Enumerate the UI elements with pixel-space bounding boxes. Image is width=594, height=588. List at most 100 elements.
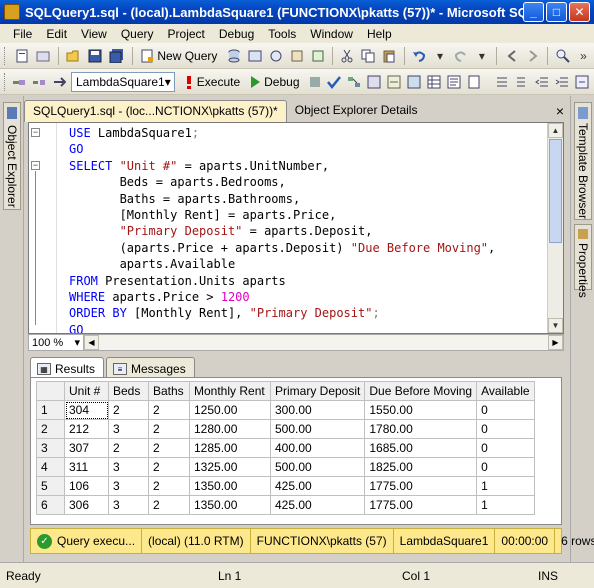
menu-edit[interactable]: Edit <box>39 27 74 41</box>
tab-object-explorer-details[interactable]: Object Explorer Details <box>287 100 426 122</box>
table-cell[interactable]: 2 <box>108 438 149 458</box>
table-cell[interactable]: 1685.00 <box>364 438 478 458</box>
disconnect-icon[interactable] <box>32 74 46 90</box>
tab-messages[interactable]: ≡ Messages <box>106 357 195 378</box>
specify-template-values-icon[interactable] <box>575 74 589 90</box>
table-cell[interactable]: 3 <box>108 495 149 515</box>
dmx-query-icon[interactable] <box>268 48 283 64</box>
properties-tab[interactable]: Properties <box>574 224 592 298</box>
zoom-select[interactable]: 100 % ▾ <box>29 335 84 350</box>
code-line[interactable]: GO <box>69 141 495 157</box>
database-query-icon[interactable] <box>226 48 241 64</box>
table-cell[interactable]: 212 <box>64 419 109 439</box>
undo-dropdown-icon[interactable]: ▾ <box>433 48 448 64</box>
decrease-indent-icon[interactable] <box>534 74 549 90</box>
table-row[interactable]: 6 306 3 2 1350.00 425.00 1775.00 1 <box>36 495 536 515</box>
redo-dropdown-icon[interactable]: ▾ <box>474 48 489 64</box>
toolbar-grip[interactable] <box>4 46 8 65</box>
table-cell[interactable]: 1350.00 <box>189 476 271 496</box>
close-document-icon[interactable]: × <box>556 103 570 122</box>
table-row[interactable]: 2 212 3 2 1280.00 500.00 1780.00 0 <box>36 419 536 439</box>
results-to-text-icon[interactable] <box>447 74 461 90</box>
code-line[interactable]: (aparts.Price + aparts.Deposit) "Due Bef… <box>69 240 496 256</box>
column-header[interactable]: Available <box>476 381 536 401</box>
table-cell[interactable]: 500.00 <box>269 457 366 477</box>
table-cell[interactable]: 1350.00 <box>189 495 271 515</box>
code-line[interactable]: GO <box>69 322 495 333</box>
copy-icon[interactable] <box>361 48 376 64</box>
query-editor[interactable]: − − USE LambdaSquare1; GO SELECT "Unit #" … <box>28 122 564 334</box>
code-line[interactable]: WHERE aparts.Price > 1200 <box>69 289 495 305</box>
row-number[interactable]: 4 <box>36 457 65 477</box>
execute-icon[interactable] <box>184 74 194 90</box>
add-item-icon[interactable] <box>36 48 51 64</box>
query-options-icon[interactable] <box>367 74 381 90</box>
mdx-query-icon[interactable] <box>310 48 325 64</box>
navigate-backward-icon[interactable] <box>504 48 519 64</box>
code-line[interactable]: FROM Presentation.Units aparts <box>69 273 495 289</box>
table-cell[interactable]: 400.00 <box>269 438 366 458</box>
toolbar-overflow-icon[interactable]: » <box>576 48 591 64</box>
available-databases-select[interactable]: LambdaSquare1 ▾ <box>71 71 175 92</box>
column-header[interactable]: Unit # <box>64 381 109 401</box>
table-cell[interactable]: 311 <box>64 457 109 477</box>
table-cell[interactable]: 3 <box>108 476 149 496</box>
table-cell[interactable]: 2 <box>148 476 190 496</box>
table-cell[interactable]: 1285.00 <box>189 438 271 458</box>
results-to-grid-icon[interactable] <box>427 74 441 90</box>
analysis-query-icon[interactable] <box>247 48 262 64</box>
scroll-up-icon[interactable]: ▲ <box>548 123 563 138</box>
tab-sqlquery1[interactable]: SQLQuery1.sql - (loc...NCTIONX\pkatts (5… <box>24 100 287 122</box>
menu-view[interactable]: View <box>74 27 114 41</box>
comment-lines-icon[interactable] <box>495 74 509 90</box>
navigate-forward-icon[interactable] <box>525 48 540 64</box>
increase-indent-icon[interactable] <box>555 74 569 90</box>
include-actual-plan-icon[interactable] <box>407 74 421 90</box>
find-icon[interactable] <box>555 48 570 64</box>
table-cell[interactable]: 2 <box>148 495 190 515</box>
code-line[interactable]: SELECT "Unit #" = aparts.UnitNumber, <box>69 158 495 174</box>
scroll-thumb[interactable] <box>549 139 562 243</box>
change-connection-icon[interactable] <box>52 74 66 90</box>
table-cell[interactable]: 2 <box>148 457 190 477</box>
maximize-button[interactable]: □ <box>546 2 567 22</box>
column-header[interactable]: Baths <box>148 381 190 401</box>
table-cell[interactable]: 306 <box>64 495 109 515</box>
table-cell[interactable]: 1 <box>476 476 536 496</box>
row-number[interactable]: 6 <box>36 495 65 515</box>
code-line[interactable]: aparts.Available <box>69 256 495 272</box>
debug-play-icon[interactable] <box>249 74 261 90</box>
debug-button[interactable]: Debug <box>264 75 299 89</box>
connect-icon[interactable] <box>12 74 26 90</box>
table-cell[interactable]: 304 <box>64 400 109 420</box>
uncomment-lines-icon[interactable] <box>515 74 529 90</box>
editor-vertical-scrollbar[interactable]: ▲ ▼ <box>547 123 563 333</box>
table-cell[interactable]: 0 <box>476 438 536 458</box>
save-all-icon[interactable] <box>109 48 125 64</box>
table-cell[interactable]: 307 <box>64 438 109 458</box>
results-grid[interactable]: Unit # Beds Baths Monthly Rent Primary D… <box>36 381 536 515</box>
menu-window[interactable]: Window <box>303 27 360 41</box>
paste-icon[interactable] <box>382 48 397 64</box>
table-cell[interactable]: 2 <box>108 400 149 420</box>
menu-project[interactable]: Project <box>161 27 212 41</box>
save-icon[interactable] <box>88 48 103 64</box>
code-line[interactable]: Beds = aparts.Bedrooms, <box>69 174 495 190</box>
table-cell[interactable]: 0 <box>476 400 536 420</box>
table-row[interactable]: 1 304 2 2 1250.00 300.00 1550.00 0 <box>36 400 536 420</box>
menu-help[interactable]: Help <box>360 27 399 41</box>
row-number[interactable]: 2 <box>36 419 65 439</box>
table-cell[interactable]: 500.00 <box>269 419 366 439</box>
column-header[interactable]: Monthly Rent <box>189 381 271 401</box>
row-number[interactable]: 1 <box>36 400 65 420</box>
code-line[interactable]: USE LambdaSquare1; <box>69 125 495 141</box>
table-cell[interactable]: 2 <box>148 400 190 420</box>
minimize-button[interactable]: _ <box>523 2 544 22</box>
table-cell[interactable]: 1550.00 <box>364 400 478 420</box>
table-cell[interactable]: 300.00 <box>269 400 366 420</box>
xmla-query-icon[interactable] <box>289 48 304 64</box>
column-header[interactable]: Primary Deposit <box>269 381 366 401</box>
new-query-button[interactable]: New Query <box>157 49 217 63</box>
results-to-file-icon[interactable] <box>467 74 481 90</box>
toolbar-grip[interactable] <box>4 72 5 91</box>
